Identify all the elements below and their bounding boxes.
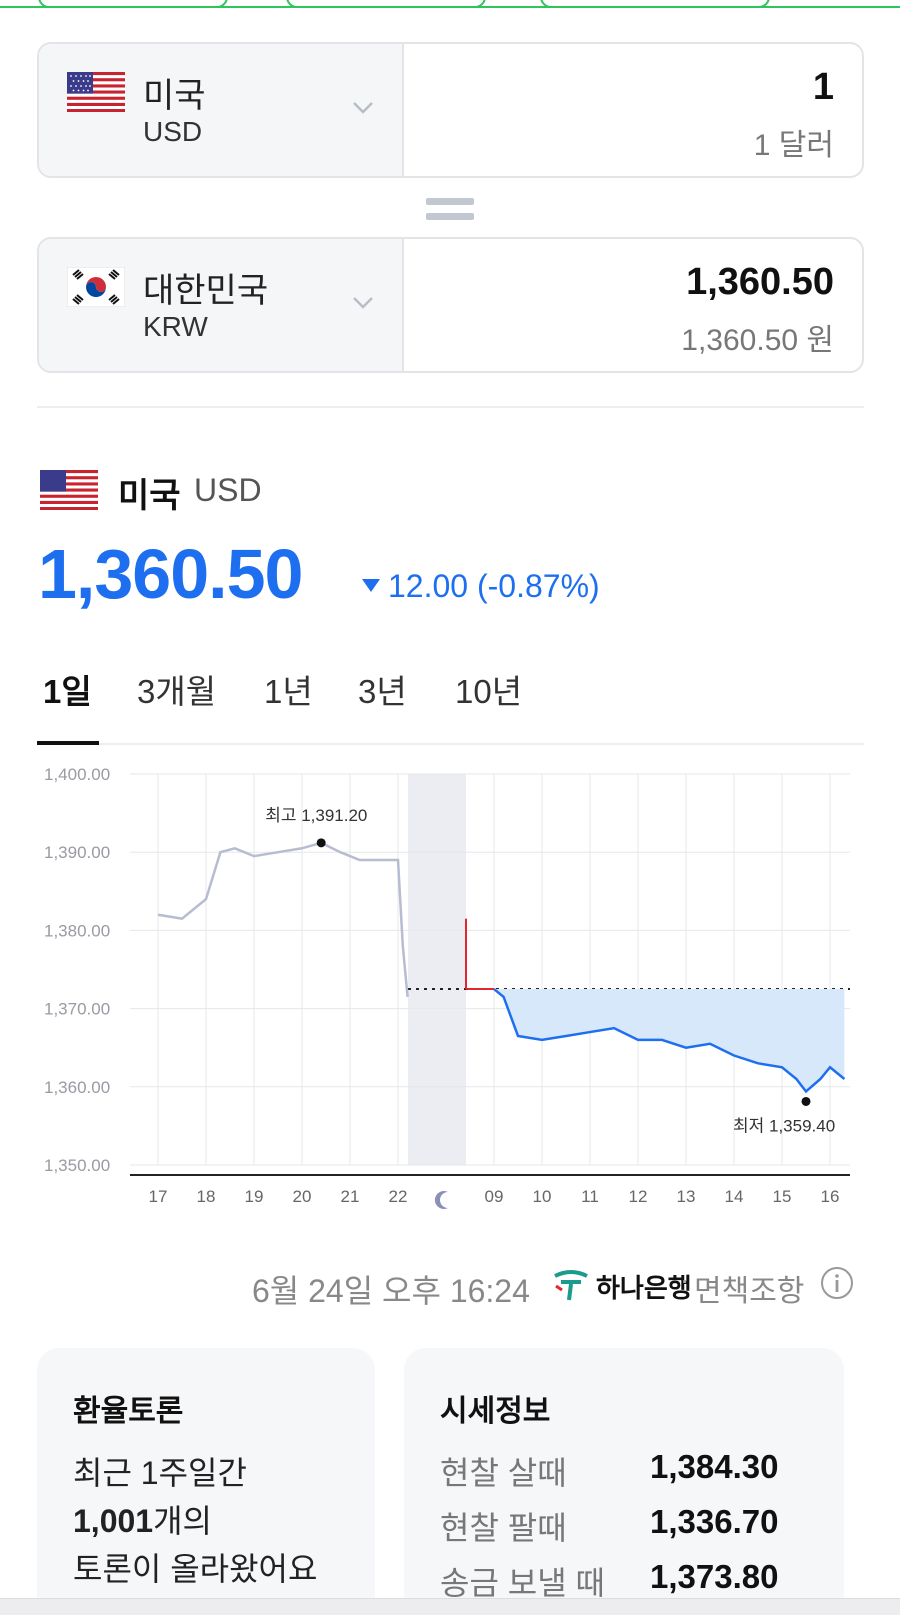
currency-code: USD [194, 472, 262, 508]
previous-day-line [157, 841, 409, 997]
high-label: 최고 1,391.20 [265, 806, 367, 825]
to-amount: 1,360.50 [686, 261, 834, 303]
top-tab-pill[interactable] [540, 0, 770, 8]
top-tab-pill[interactable] [38, 0, 228, 8]
from-amount: 1 [812, 66, 834, 108]
disclaimer-link[interactable]: 면책조항 [694, 1266, 804, 1310]
top-tab-pill[interactable] [286, 0, 486, 8]
from-code: USD [143, 116, 203, 147]
x-tick-label: 09 [485, 1187, 504, 1206]
discussion-title: 환율토론 [73, 1395, 184, 1428]
chevron-down-icon [353, 297, 373, 309]
down-triangle-icon [362, 579, 380, 593]
y-tick-label: 1,390.00 [44, 843, 110, 862]
x-tick-label: 13 [677, 1187, 696, 1206]
x-tick-label: 19 [245, 1187, 264, 1206]
market-info-row: 현찰 살때 1,384.30 [440, 1448, 800, 1492]
market-info-label: 현찰 살때 [440, 1455, 567, 1491]
chart-footer: 6월 24일 오후 16:24 하나은행 · 면책조항 [0, 1262, 900, 1309]
market-info-row: 송금 보낼 때 1,373.80 [440, 1558, 800, 1602]
tab-1-year[interactable]: 1년 [264, 665, 313, 713]
to-country: 대한민국 [143, 272, 269, 310]
x-tick-label: 17 [149, 1187, 168, 1206]
low-point [801, 1096, 811, 1106]
us-flag-icon [40, 470, 98, 510]
discussion-count: 1,001 [73, 1503, 154, 1539]
discussion-count-suffix: 개의 [153, 1503, 212, 1539]
tab-10-years[interactable]: 10년 [455, 665, 522, 713]
from-amount-text: 1 달러 [753, 129, 834, 162]
rate-change: 12.00 (-0.87%) [362, 568, 600, 605]
x-tick-label: 22 [389, 1187, 408, 1206]
x-tick-label: 11 [581, 1187, 599, 1206]
discussion-card[interactable]: 환율토론 최근 1주일간 1,001개의 토론이 올라왔어요 [37, 1348, 375, 1615]
market-info-title: 시세정보 [440, 1395, 551, 1428]
equals-icon [426, 198, 474, 220]
night-band [408, 774, 466, 1165]
bank-name: 하나은행 [596, 1273, 692, 1303]
x-tick-label: 21 [341, 1187, 360, 1206]
market-info-label: 현찰 팔때 [440, 1510, 567, 1546]
from-currency-select[interactable]: 미국 USD [39, 44, 404, 176]
tab-3-months[interactable]: 3개월 [137, 665, 216, 713]
market-info-value: 1,373.80 [650, 1558, 779, 1595]
to-amount-text: 1,360.50 원 [681, 324, 834, 357]
info-icon[interactable] [820, 1266, 854, 1300]
converter-to: 대한민국 KRW 1,360.50 1,360.50 원 [37, 237, 864, 373]
x-tick-label: 18 [197, 1187, 216, 1206]
discussion-line-3: 토론이 올라왔어요 [73, 1551, 318, 1587]
to-currency-select[interactable]: 대한민국 KRW [39, 239, 404, 371]
converter-from: 미국 USD 1 1 달러 [37, 42, 864, 178]
discussion-line-2: 1,001개의 [73, 1496, 212, 1542]
discussion-line-1: 최근 1주일간 [73, 1455, 247, 1491]
separator-dot: · [680, 1264, 690, 1295]
to-code: KRW [143, 311, 208, 342]
x-tick-label: 12 [629, 1187, 648, 1206]
x-tick-label: 15 [773, 1187, 792, 1206]
x-tick-label: 10 [533, 1187, 552, 1206]
x-tick-label: 16 [821, 1187, 840, 1206]
y-tick-label: 1,380.00 [44, 921, 110, 940]
market-info-row: 현찰 팔때 1,336.70 [440, 1503, 800, 1547]
moon-icon [434, 1191, 448, 1209]
high-point [316, 838, 326, 848]
from-country: 미국 [143, 77, 206, 115]
y-tick-label: 1,400.00 [44, 765, 110, 784]
tab-3-years[interactable]: 3년 [358, 665, 407, 713]
top-nav-edge [0, 0, 900, 8]
rate-change-text: 12.00 (-0.87%) [388, 568, 600, 604]
y-tick-label: 1,360.00 [44, 1078, 110, 1097]
market-info-value: 1,336.70 [650, 1503, 779, 1540]
currency-name: 미국 [118, 477, 181, 515]
tab-1-day[interactable]: 1일 [43, 665, 92, 713]
x-tick-label: 20 [293, 1187, 312, 1206]
active-tab-indicator [37, 741, 99, 745]
market-info-value: 1,384.30 [650, 1448, 779, 1485]
section-divider [37, 406, 864, 408]
bottom-bar [0, 1598, 900, 1615]
current-rate: 1,360.50 [38, 535, 303, 613]
us-flag-icon [67, 72, 125, 112]
y-tick-label: 1,350.00 [44, 1156, 110, 1175]
low-label: 최저 1,359.40 [733, 1116, 835, 1135]
period-tabs: 1일 3개월 1년 3년 10년 [37, 665, 864, 745]
update-time: 6월 24일 오후 16:24 [252, 1273, 530, 1309]
market-info-card[interactable]: 시세정보 현찰 살때 1,384.30 현찰 팔때 1,336.70 송금 보낼… [404, 1348, 844, 1615]
rate-chart[interactable]: 1,400.00 1,390.00 1,380.00 1,370.00 1,360.00… [0, 760, 900, 1240]
chevron-down-icon [353, 102, 373, 114]
y-tick-label: 1,370.00 [44, 1000, 110, 1019]
hana-bank-logo-icon [554, 1270, 588, 1301]
kr-flag-icon [67, 267, 125, 307]
x-tick-label: 14 [725, 1187, 744, 1206]
